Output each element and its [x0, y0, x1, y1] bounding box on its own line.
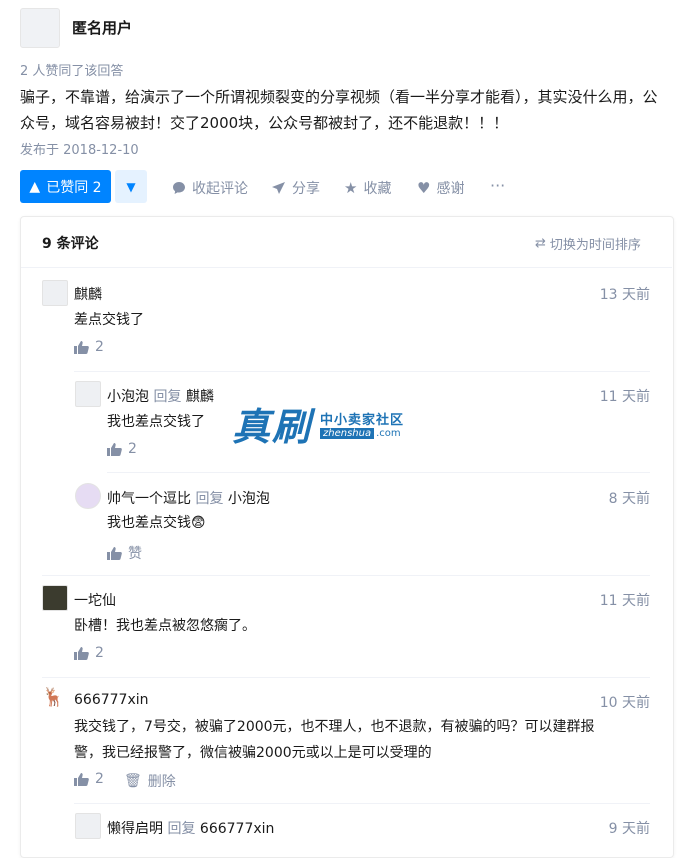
comment-author[interactable]: 懒得启明	[107, 821, 163, 837]
comment-author[interactable]: 666777xin	[74, 692, 149, 708]
comment-author[interactable]: 小泡泡	[107, 389, 149, 405]
author-avatar[interactable]	[20, 8, 60, 48]
comment-icon	[173, 182, 185, 194]
watermark-domain: zhenshua	[320, 427, 375, 439]
star-icon: ★	[344, 179, 358, 197]
watermark-sub: 中小卖家社区 zhenshua .com	[320, 409, 404, 439]
thumbs-up-icon	[107, 442, 122, 456]
divider	[42, 575, 650, 576]
thanks-label: 感谢	[436, 181, 465, 197]
reply-word: 回复	[195, 491, 224, 507]
comment-time: 9 天前	[608, 821, 650, 837]
reply-word: 回复	[167, 821, 196, 837]
thumbs-up-icon	[74, 772, 89, 786]
more-button[interactable]: ···	[490, 176, 505, 195]
delete-label: 删除	[147, 774, 176, 790]
comment-like-button[interactable]: 2	[107, 441, 137, 457]
sort-toggle-button[interactable]: ⇄ 切换为时间排序	[535, 234, 641, 253]
sort-label: 切换为时间排序	[549, 238, 641, 253]
watermark-logo: 真刷 中小卖家社区 zhenshua .com	[232, 396, 404, 451]
like-count: 2	[95, 339, 104, 355]
trash-icon: 🗑	[124, 773, 142, 789]
answer-date[interactable]: 发布于 2018-12-10	[20, 139, 139, 158]
comment-avatar[interactable]	[42, 585, 68, 611]
answer-likes-summary[interactable]: 2 人赞同了该回答	[20, 60, 123, 79]
divider	[107, 472, 650, 473]
comment-time: 11 天前	[599, 389, 650, 405]
comment-text-line: 警，我已经报警了，微信被骗2000元或以上是可以受理的	[74, 745, 432, 761]
like-count: 2	[95, 645, 104, 661]
like-label: 赞	[128, 546, 142, 562]
triangle-down-icon: ▼	[126, 179, 136, 194]
divider	[74, 371, 650, 372]
thumbs-up-icon	[107, 546, 122, 560]
comment-avatar[interactable]	[75, 381, 101, 407]
comment-text: 我交钱了，7号交，被骗了2000元，也不理人，也不退款，有被骗的吗？可以建群报 …	[74, 714, 654, 766]
triangle-up-icon: ▲	[29, 178, 41, 195]
thumbs-up-icon	[74, 340, 89, 354]
comment-time: 11 天前	[599, 593, 650, 609]
watermark-main: 真刷	[232, 404, 313, 449]
comments-count: 9 条评论	[42, 236, 99, 252]
switch-icon: ⇄	[535, 236, 546, 251]
heart-icon: ♥	[417, 179, 431, 197]
answer-text: 骗子，不靠谱，给演示了一个所谓视频裂变的分享视频（看一半分享才能看），其实没什么…	[20, 88, 658, 132]
share-button[interactable]: 分享	[271, 178, 320, 198]
comment-author-line: 帅气一个逗比 回复 小泡泡	[107, 488, 270, 508]
comment-avatar[interactable]	[75, 483, 101, 509]
reply-target[interactable]: 麒麟	[186, 389, 214, 405]
collect-button[interactable]: ★ 收藏	[344, 178, 391, 198]
comment-text: 我也差点交钱😨	[107, 515, 206, 531]
comment-like-button[interactable]: 2	[74, 339, 104, 355]
upvote-button[interactable]: ▲ 已赞同 2	[20, 170, 111, 203]
reply-target[interactable]: 666777xin	[200, 821, 275, 837]
comment-author[interactable]: 帅气一个逗比	[107, 491, 191, 507]
comment-author-line: 小泡泡 回复 麒麟	[107, 386, 214, 406]
more-icon: ···	[490, 176, 506, 195]
share-icon	[272, 182, 285, 194]
like-count: 2	[128, 441, 137, 457]
deer-icon: 🦌	[42, 687, 65, 708]
comment-time: 13 天前	[599, 287, 650, 303]
comment-text: 卧槽！我也差点被忽悠瘸了。	[74, 618, 256, 634]
comment-author[interactable]: 麒麟	[74, 284, 102, 304]
comment-avatar[interactable]	[75, 813, 101, 839]
watermark-cn: 中小卖家社区	[320, 412, 405, 428]
comment-like-button[interactable]: 赞	[107, 543, 142, 563]
reply-target[interactable]: 小泡泡	[228, 491, 270, 507]
share-label: 分享	[292, 181, 320, 197]
downvote-button[interactable]: ▼	[115, 170, 147, 203]
thanks-button[interactable]: ♥ 感谢	[417, 178, 464, 198]
comment-text-line: 我交钱了，7号交，被骗了2000元，也不理人，也不退款，有被骗的吗？可以建群报	[74, 719, 595, 735]
thumbs-up-icon	[74, 646, 89, 660]
comment-author-line: 懒得启明 回复 666777xin	[107, 818, 274, 838]
upvote-label: 已赞同 2	[46, 179, 102, 196]
comment-time: 10 天前	[599, 695, 650, 711]
divider	[42, 677, 650, 678]
comment-time: 8 天前	[608, 491, 650, 507]
comment-text: 差点交钱了	[74, 312, 144, 328]
delete-button[interactable]: 🗑 删除	[124, 771, 176, 791]
watermark-tld: .com	[376, 427, 401, 439]
comment-avatar[interactable]: 🦌	[42, 687, 66, 711]
reply-word: 回复	[153, 389, 182, 405]
divider	[21, 267, 672, 268]
collect-label: 收藏	[363, 181, 392, 197]
divider	[74, 803, 650, 804]
collapse-comments-button[interactable]: 收起评论	[172, 178, 248, 198]
comment-like-button[interactable]: 2	[74, 771, 104, 787]
comment-like-button[interactable]: 2	[74, 645, 104, 661]
comment-author[interactable]: 一坨仙	[74, 590, 116, 610]
like-count: 2	[95, 771, 104, 787]
comment-text: 我也差点交钱了	[107, 414, 205, 430]
author-name[interactable]: 匿名用户	[72, 17, 132, 38]
comment-avatar[interactable]	[42, 280, 68, 306]
collapse-comments-label: 收起评论	[192, 181, 248, 197]
watermark-domain-line: zhenshua .com	[320, 427, 404, 439]
